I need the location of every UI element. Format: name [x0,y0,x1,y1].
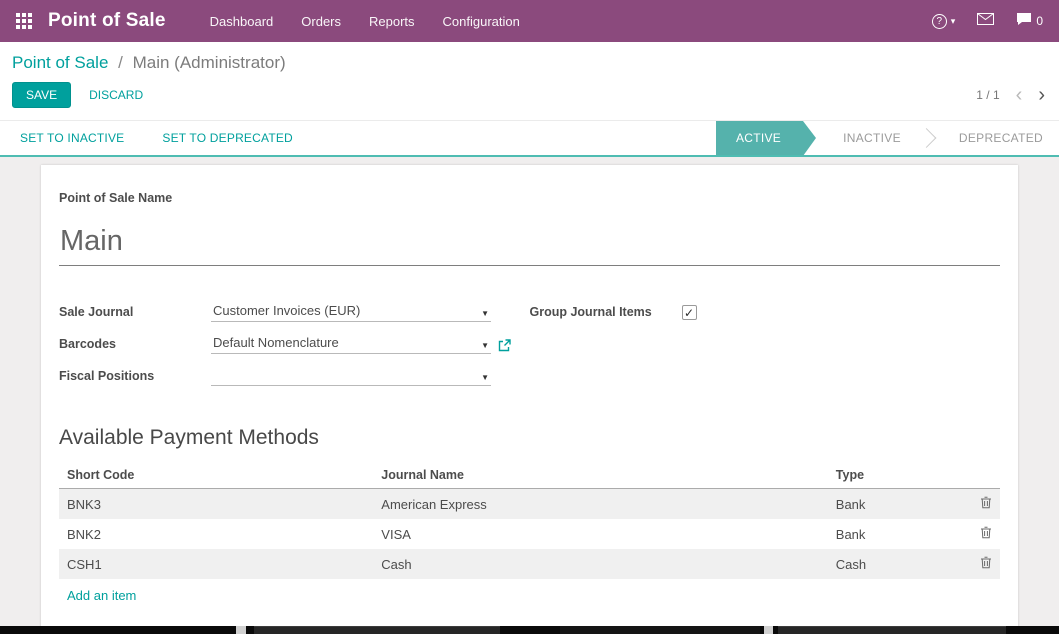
form-right-column: Group Journal Items ✓ [530,300,1001,332]
save-button[interactable]: SAVE [12,82,71,108]
set-to-deprecated-button[interactable]: SET TO DEPRECATED [162,131,293,145]
dropdown-caret-icon: ▼ [481,341,489,350]
chevron-right-icon [917,121,943,155]
external-link-icon[interactable] [498,339,511,354]
status-bar: SET TO INACTIVE SET TO DEPRECATED ACTIVE… [0,120,1059,157]
menu-item-reports[interactable]: Reports [369,14,415,29]
screen: Point of Sale Dashboard Orders Reports C… [0,0,1059,634]
payment-methods-title: Available Payment Methods [59,426,1000,450]
barcodes-select[interactable]: Default Nomenclature ▼ [211,335,491,354]
breadcrumb-separator: / [118,53,123,72]
app-title[interactable]: Point of Sale [48,10,166,32]
content-area: Point of Sale Name Sale Journal Customer… [0,157,1059,626]
table-row[interactable]: BNK2 VISA Bank [59,519,1000,549]
sale-journal-value: Customer Invoices (EUR) [213,303,360,318]
table-header-row: Short Code Journal Name Type [59,463,1000,489]
trash-icon[interactable] [980,556,992,569]
pager-previous-icon[interactable]: ‹ [1016,88,1023,102]
column-header-actions [960,463,1000,489]
discard-button[interactable]: DISCARD [77,83,155,107]
control-panel: Point of Sale / Main (Administrator) SAV… [0,42,1059,120]
form-fields: Sale Journal Customer Invoices (EUR) ▼ B… [59,300,1000,396]
sale-journal-row: Sale Journal Customer Invoices (EUR) ▼ [59,300,530,322]
background-window[interactable] [236,626,246,634]
control-panel-buttons: SAVE DISCARD 1 / 1 ‹ › [12,82,1045,108]
barcodes-label: Barcodes [59,337,211,354]
status-step-active[interactable]: ACTIVE [716,121,803,155]
messages-button[interactable] [977,12,994,30]
pos-name-input[interactable] [59,225,1000,266]
caret-down-icon: ▾ [951,16,956,27]
status-pipeline: ACTIVE INACTIVE DEPRECATED [716,121,1059,155]
chat-bubble-icon [1016,12,1032,31]
fiscal-positions-label: Fiscal Positions [59,369,211,386]
discuss-button[interactable]: 0 [1016,12,1043,31]
menu-item-orders[interactable]: Orders [301,14,341,29]
pager-next-icon[interactable]: › [1038,88,1045,102]
dropdown-caret-icon: ▼ [481,373,489,382]
form-sheet: Point of Sale Name Sale Journal Customer… [41,165,1018,626]
column-header-journal-name: Journal Name [373,463,828,489]
dropdown-caret-icon: ▼ [481,309,489,318]
pager-value: 1 / 1 [976,88,999,102]
background-window[interactable] [560,626,760,634]
checkmark-icon: ✓ [684,306,694,320]
message-count-badge: 0 [1036,14,1043,28]
topbar-right-icons: ? ▾ 0 [932,12,1043,31]
barcodes-value: Default Nomenclature [213,335,339,350]
top-navbar: Point of Sale Dashboard Orders Reports C… [0,0,1059,42]
table-row[interactable]: BNK3 American Express Bank [59,489,1000,520]
envelope-icon [977,12,994,30]
group-journal-items-row: Group Journal Items ✓ [530,300,1001,322]
barcodes-row: Barcodes Default Nomenclature ▼ [59,332,530,354]
status-actions: SET TO INACTIVE SET TO DEPRECATED [20,121,293,155]
background-window[interactable] [764,626,773,634]
group-journal-items-checkbox[interactable]: ✓ [682,305,697,320]
breadcrumb: Point of Sale / Main (Administrator) [12,53,1045,73]
form-left-column: Sale Journal Customer Invoices (EUR) ▼ B… [59,300,530,396]
column-header-short-code: Short Code [59,463,373,489]
breadcrumb-current: Main (Administrator) [133,53,286,72]
trash-icon[interactable] [980,496,992,509]
menu-item-dashboard[interactable]: Dashboard [210,14,274,29]
table-row[interactable]: CSH1 Cash Cash [59,549,1000,579]
group-journal-items-label: Group Journal Items [530,305,682,322]
sale-journal-label: Sale Journal [59,305,211,322]
add-an-item-link[interactable]: Add an item [67,588,136,603]
trash-icon[interactable] [980,526,992,539]
payment-methods-table: Short Code Journal Name Type BNK3 Americ… [59,463,1000,579]
fiscal-positions-row: Fiscal Positions ▼ [59,364,530,386]
set-to-inactive-button[interactable]: SET TO INACTIVE [20,131,124,145]
apps-grid-icon[interactable] [16,13,32,29]
pos-name-label: Point of Sale Name [59,191,1000,205]
status-step-deprecated[interactable]: DEPRECATED [943,121,1059,155]
taskbar-strip [0,626,1059,634]
background-window[interactable] [778,626,1006,634]
breadcrumb-parent-link[interactable]: Point of Sale [12,53,108,72]
fiscal-positions-select[interactable]: ▼ [211,367,491,386]
help-menu-button[interactable]: ? ▾ [932,14,956,29]
column-header-type: Type [828,463,960,489]
main-menu: Dashboard Orders Reports Configuration [210,14,520,29]
background-window[interactable] [254,626,500,634]
menu-item-configuration[interactable]: Configuration [443,14,520,29]
question-mark-icon: ? [932,14,947,29]
pager: 1 / 1 ‹ › [976,88,1045,102]
status-step-inactive[interactable]: INACTIVE [827,121,917,155]
sale-journal-select[interactable]: Customer Invoices (EUR) ▼ [211,303,491,322]
